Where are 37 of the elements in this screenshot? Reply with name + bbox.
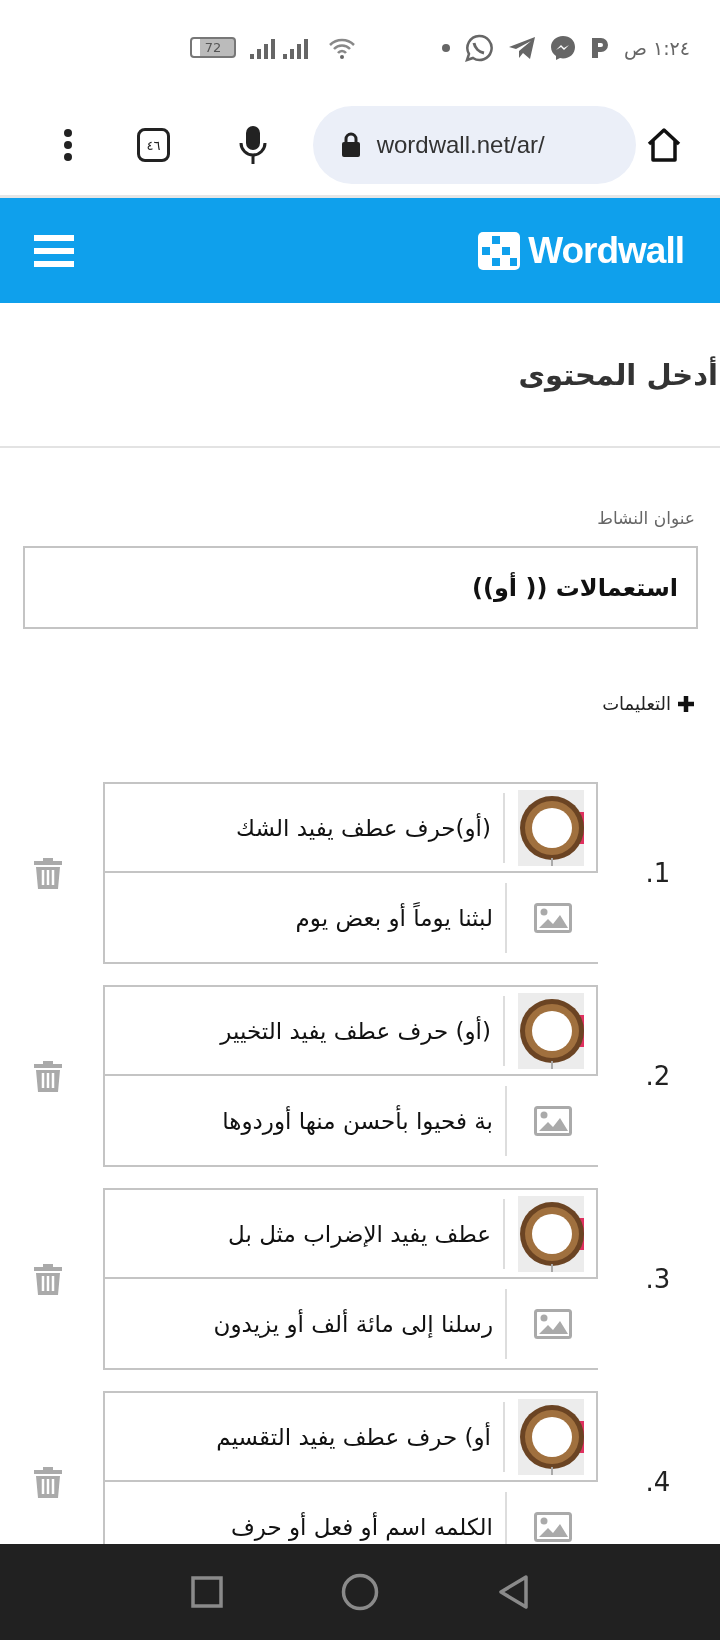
parking-icon [589, 35, 610, 60]
page-heading: أدخل المحتوى [518, 357, 718, 392]
instructions-toggle[interactable]: التعليمات [602, 693, 695, 714]
image-icon[interactable] [533, 902, 572, 933]
image-icon[interactable] [533, 1308, 572, 1339]
front-text-field[interactable]: (أو)حرف عطف يفيد الشك [105, 814, 503, 841]
plus-icon[interactable] [677, 694, 695, 713]
title-field[interactable]: استعمالات (( أو)) [23, 546, 698, 629]
back-text-field[interactable]: الكلمه اسم أو فعل أو حرف [105, 1513, 505, 1540]
field-label: عنوان النشاط [596, 507, 696, 528]
image-icon[interactable] [533, 1511, 572, 1542]
tab-count-button[interactable]: ٤٦ [136, 128, 171, 162]
trash-icon[interactable] [32, 1262, 63, 1296]
item-number: 4. [644, 1467, 672, 1497]
item-number: 1. [644, 858, 672, 888]
dot-icon [441, 43, 450, 52]
front-text-field[interactable]: عطف يفيد الإضراب مثل بل [105, 1220, 503, 1247]
address-bar[interactable]: wordwall.net/ar/ [312, 106, 637, 184]
trash-icon[interactable] [32, 1465, 63, 1499]
grid-logo-icon [478, 231, 521, 270]
image-icon[interactable] [533, 1105, 572, 1136]
back-text-field[interactable]: بة فحيوا بأحسن منها أوردوها [105, 1107, 505, 1134]
back-text-field[interactable]: رسلنا إلى مائة ألف أو يزيدون [105, 1310, 505, 1337]
item-number: 3. [644, 1264, 672, 1294]
trash-icon[interactable] [32, 856, 63, 890]
back-text-field[interactable]: لبثنا يوماً أو بعض يوم [105, 904, 505, 931]
front-text-field[interactable]: أو) حرف عطف يفيد التقسيم [105, 1423, 503, 1450]
messenger-icon [549, 34, 576, 61]
item-number: 2. [644, 1061, 672, 1091]
front-text-field[interactable]: (أو) حرف عطف يفيد التخيير [105, 1017, 503, 1044]
lock-icon [340, 132, 361, 158]
battery-level: 72 [190, 37, 236, 58]
status-time: ١:٢٤ ص [623, 36, 690, 59]
trash-icon[interactable] [32, 1059, 63, 1093]
paper-plane-icon [507, 35, 536, 60]
wifi-icon [328, 36, 356, 59]
chat-bubble-icon [463, 32, 494, 63]
